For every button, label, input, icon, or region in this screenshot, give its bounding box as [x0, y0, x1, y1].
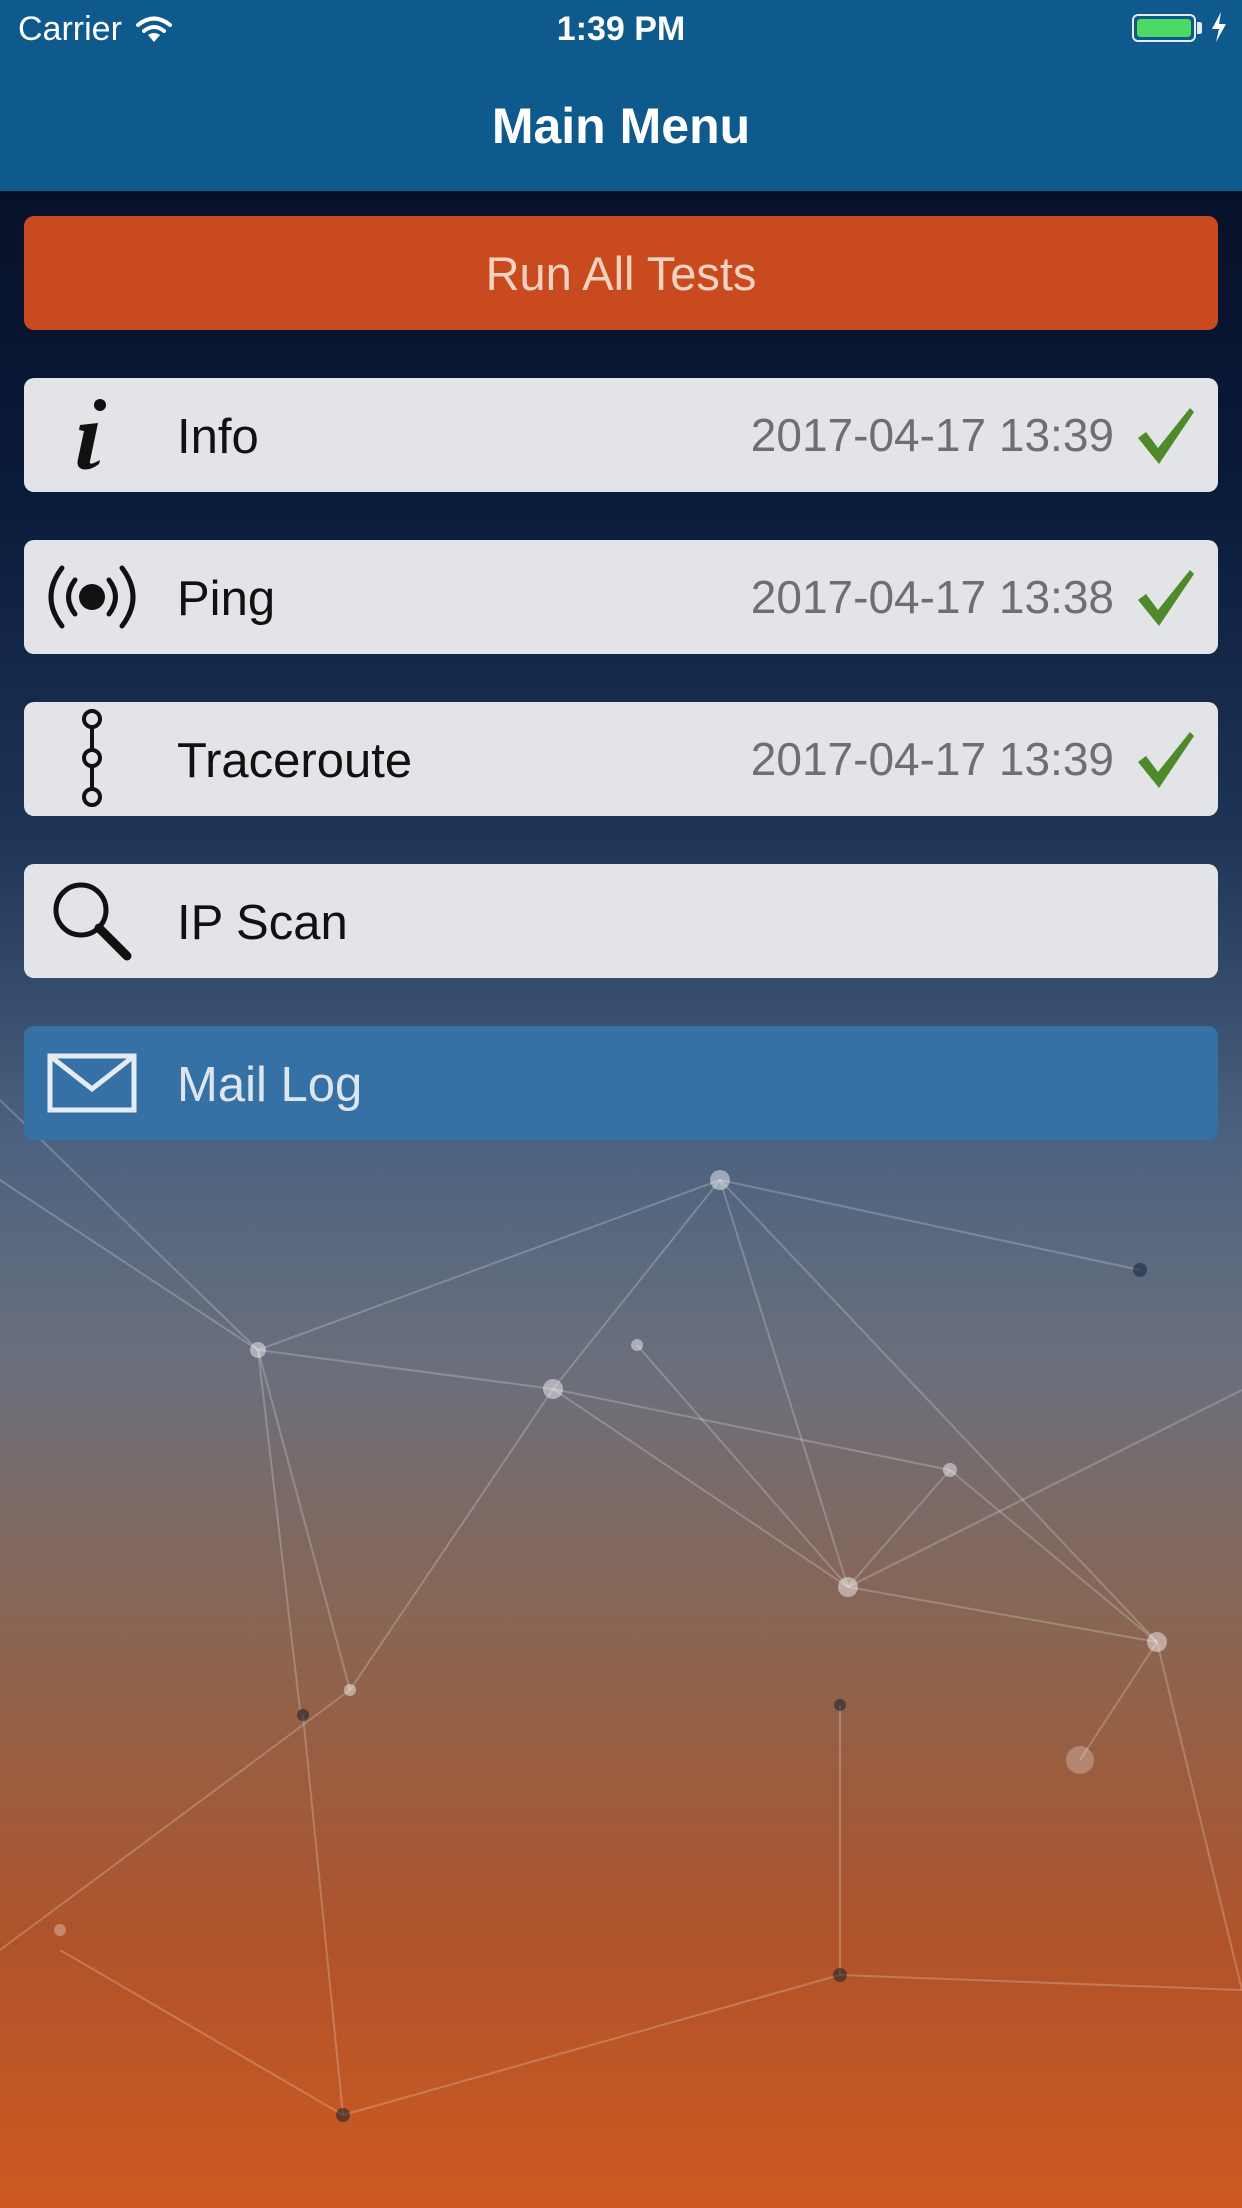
search-icon	[42, 864, 142, 978]
menu-item-timestamp: 2017-04-17 13:38	[750, 571, 1114, 623]
checkmark-icon	[1138, 408, 1194, 464]
checkmark-icon	[1138, 570, 1194, 626]
menu-item-ip-scan[interactable]: IP Scan	[24, 864, 1218, 978]
run-all-tests-button[interactable]: Run All Tests	[24, 216, 1218, 330]
page-title: Main Menu	[491, 97, 751, 154]
status-bar: Carrier 1:39 PM	[0, 0, 1242, 60]
menu-item-label: IP Scan	[177, 896, 348, 950]
battery-icon	[1132, 14, 1196, 42]
menu-item-traceroute[interactable]: Traceroute 2017-04-17 13:39	[24, 702, 1218, 816]
broadcast-icon	[42, 540, 142, 654]
menu-item-info[interactable]: Info 2017-04-17 13:39	[24, 378, 1218, 492]
battery-cap	[1197, 22, 1202, 34]
nav-bar: Main Menu	[0, 60, 1242, 191]
info-icon	[42, 378, 142, 492]
menu-item-timestamp: 2017-04-17 13:39	[750, 409, 1114, 461]
menu-item-mail-log[interactable]: Mail Log	[24, 1026, 1218, 1140]
charging-bolt-icon	[1212, 12, 1226, 42]
menu-item-label: Ping	[177, 572, 276, 626]
menu-item-label: Traceroute	[177, 734, 413, 788]
menu-item-label: Mail Log	[177, 1058, 363, 1112]
menu-item-ping[interactable]: Ping 2017-04-17 13:38	[24, 540, 1218, 654]
checkmark-icon	[1138, 732, 1194, 788]
run-all-tests-label: Run All Tests	[485, 246, 757, 300]
menu-item-label: Info	[177, 410, 259, 464]
status-time: 1:39 PM	[556, 10, 686, 48]
menu-item-timestamp: 2017-04-17 13:39	[750, 733, 1114, 785]
mail-icon	[42, 1026, 142, 1140]
traceroute-icon	[42, 702, 142, 816]
